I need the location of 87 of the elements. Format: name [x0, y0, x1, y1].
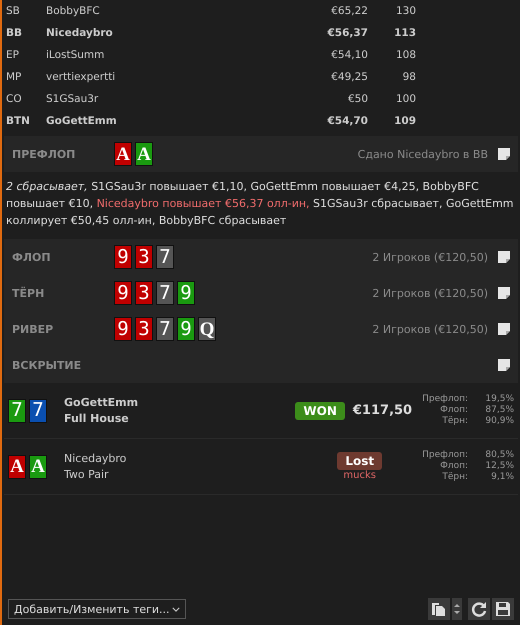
big-blinds-count: 109 [393, 115, 416, 127]
big-blinds-count: 130 [394, 5, 416, 17]
copy-button[interactable] [428, 598, 450, 620]
equity-label: Префлоп: [422, 394, 468, 405]
refresh-button[interactable] [468, 598, 490, 620]
equity-value: 19,5% [484, 394, 514, 405]
note-icon[interactable] [498, 323, 510, 335]
position-label: BTN [6, 115, 31, 127]
player-name: iLostSumm [46, 49, 106, 61]
street-label: ВСКРЫТИЕ [12, 358, 82, 372]
equity-label: Тёрн: [441, 416, 468, 427]
big-blinds-count: 108 [394, 49, 416, 61]
note-icon[interactable] [498, 359, 510, 371]
stack-amount: €54,70 [326, 115, 368, 127]
position-label: MP [6, 71, 22, 83]
street-label: ТЁРН [12, 286, 46, 300]
playing-card: 3 [135, 281, 153, 305]
playing-card: A [114, 142, 132, 166]
save-button[interactable] [492, 598, 514, 620]
street-info: 2 Игроков (€120,50) [372, 250, 488, 264]
big-blinds-count: 100 [394, 93, 416, 105]
save-icon [495, 601, 511, 617]
player-name: S1GSau3r [46, 93, 100, 105]
up-down-arrows-icon [454, 603, 460, 615]
playing-card: 9 [114, 317, 132, 341]
lost-badge: Lost [337, 452, 382, 470]
mucks-label: mucks [343, 470, 376, 481]
street-info: 2 Игроков (€120,50) [372, 286, 488, 300]
big-blinds-count: 98 [402, 71, 416, 83]
playing-card: 9 [177, 317, 195, 341]
player-name: BobbyBFC [46, 5, 101, 17]
copy-icon [431, 601, 447, 617]
equity-label: Тёрн: [441, 472, 468, 483]
street-info: 2 Игроков (€120,50) [372, 322, 488, 336]
player-name: verttiexpertti [46, 71, 116, 83]
equity-label: Флоп: [439, 405, 468, 416]
refresh-icon [471, 601, 487, 617]
player-name: GoGettEmm [46, 115, 118, 127]
won-amount: €117,50 [352, 403, 412, 418]
playing-card: A [135, 142, 153, 166]
playing-card: A [8, 454, 26, 478]
street-label: РИВЕР [12, 322, 54, 336]
playing-card: 7 [8, 398, 26, 422]
equity-value: 80,5% [484, 450, 514, 461]
equity-label: Флоп: [439, 461, 468, 472]
position-label: SB [6, 5, 21, 17]
note-icon[interactable] [498, 287, 510, 299]
playing-card: 9 [114, 245, 132, 269]
player-name: Nicedaybro [64, 450, 128, 466]
player-name: Nicedaybro [46, 27, 114, 39]
playing-card: 3 [135, 245, 153, 269]
playing-card: 7 [29, 398, 47, 422]
action-log: 2 сбрасывает, S1GSau3r повышает €1,10, GoGettEmm повышает €4,25, BobbyBFC повышает €10, Nicedaybro повышает €56,37 олл-ин, S1GSau3r сбрасывает, GoGettEmm коллирует €50,45 олл-ин, BobbyBFC сбрасывает [6, 179, 514, 229]
playing-card: Q [198, 317, 216, 341]
stepper-button[interactable] [452, 598, 462, 620]
playing-card: 7 [156, 281, 174, 305]
won-badge: WON [295, 402, 345, 420]
note-icon[interactable] [498, 251, 510, 263]
hand-name: Full House [64, 410, 130, 426]
note-icon[interactable] [498, 148, 510, 160]
hand-name: Two Pair [64, 466, 110, 482]
big-blinds-count: 113 [393, 27, 416, 39]
position-label: CO [6, 93, 23, 105]
playing-card: 9 [177, 281, 195, 305]
street-info: Сдано Nicedaybro в BB [358, 148, 488, 160]
street-label: ФЛОП [12, 250, 52, 264]
stack-amount: €65,22 [330, 5, 368, 17]
position-label: BB [6, 27, 24, 39]
chevron-icon [172, 606, 180, 612]
equity-value: 87,5% [484, 405, 514, 416]
stack-amount: €54,10 [330, 49, 368, 61]
stack-amount: €56,37 [326, 27, 368, 39]
stack-amount: €50 [346, 93, 368, 105]
street-label: ПРЕФЛОП [12, 148, 76, 160]
position-label: EP [6, 49, 20, 61]
equity-label: Префлоп: [422, 450, 468, 461]
tags-dropdown[interactable]: Добавить/Изменить теги... [8, 599, 186, 619]
equity-value: 9,1% [490, 472, 514, 483]
playing-card: 3 [135, 317, 153, 341]
playing-card: 7 [156, 317, 174, 341]
equity-value: 12,5% [484, 461, 514, 472]
playing-card: 7 [156, 245, 174, 269]
player-name: GoGettEmm [64, 394, 140, 410]
equity-value: 90,9% [484, 416, 514, 427]
stack-amount: €49,25 [330, 71, 368, 83]
playing-card: A [29, 454, 47, 478]
playing-card: 9 [114, 281, 132, 305]
